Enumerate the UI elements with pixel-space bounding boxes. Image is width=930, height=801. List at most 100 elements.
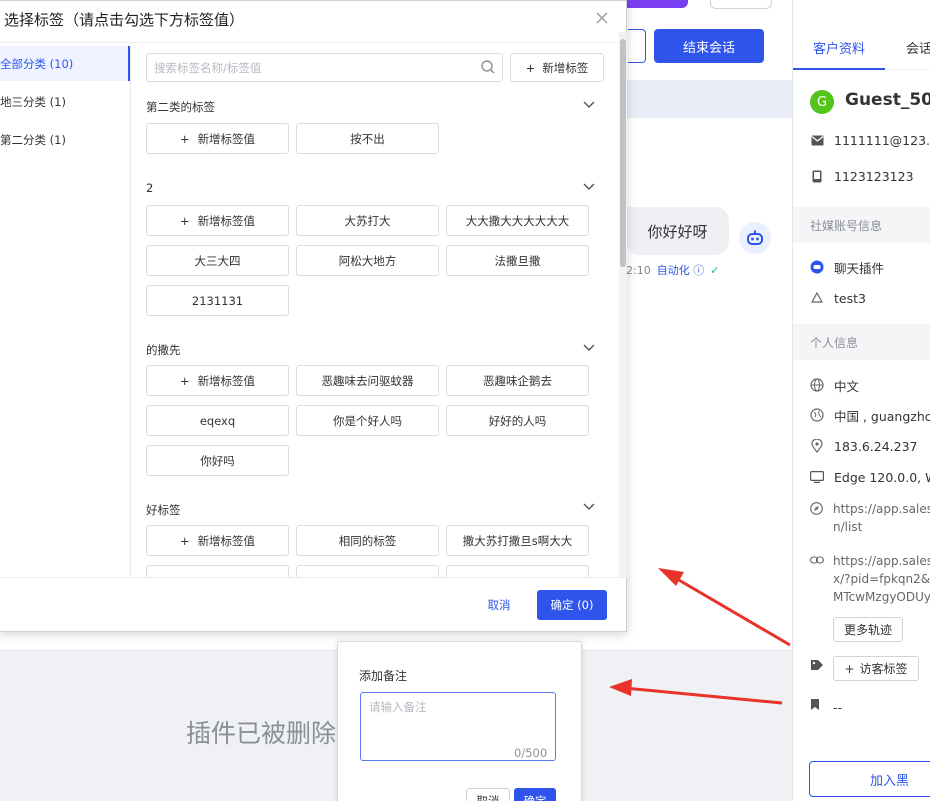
chevron-down-icon[interactable] [583,101,595,109]
plus-icon: + [525,60,536,75]
phone-row: 1123123123 [810,166,914,186]
tag-icon [810,659,824,673]
chevron-down-icon[interactable] [583,503,595,511]
add-tag-value-button[interactable]: + 新增标签值 [146,365,289,396]
visit-url-1[interactable]: https://app.salesr n/list [833,500,930,536]
tag-chip[interactable]: eqexq [146,405,289,436]
plus-icon: + [179,213,190,228]
more-trail-button[interactable]: 更多轨迹 [833,617,903,642]
account-value: test3 [834,290,866,306]
phone-icon [810,169,824,183]
visit-url-2-line1: https://app.salesr [833,554,930,568]
category-list: 全部分类 (10) 地三分类 (1) 第二分类 (1) [0,46,131,576]
tag-chip[interactable]: 相同的标签 [296,525,439,556]
remark-confirm-button[interactable]: 确定 [514,788,556,801]
add-tag-label: 新增标签 [542,60,589,75]
bot-avatar [739,222,771,254]
tag-group-title: 2 [146,181,154,195]
tag-chip-partial[interactable] [446,565,589,577]
end-chat-button[interactable]: 结束会话 [654,29,764,63]
chevron-down-icon[interactable] [583,344,595,352]
tag-chip[interactable]: 你好吗 [146,445,289,476]
tag-chip[interactable]: 恶趣味企鹅去 [446,365,589,396]
remark-title: 添加备注 [359,669,408,683]
avatar: G [810,90,834,114]
add-to-blacklist-button[interactable]: 加入黑 [809,761,930,797]
tab-session[interactable]: 会话 [906,38,930,57]
social-section-header: 社媒账号信息 [793,207,930,243]
plus-icon: + [179,533,190,548]
top-badge [622,0,688,8]
add-tag-value-label: 新增标签值 [197,373,256,388]
category-item[interactable]: 全部分类 (10) [0,46,130,81]
plugin-removed-text: 插件已被删除 [186,719,337,748]
tag-chip[interactable]: 按不出 [296,123,439,154]
tag-group-title: 第二类的标签 [146,100,215,114]
category-label: 全部分类 (10) [0,56,74,71]
close-icon[interactable] [593,9,611,27]
tab-customer-profile[interactable]: 客户资料 [813,38,865,57]
tag-chip[interactable]: 大三大四 [146,245,289,276]
tag-chip[interactable]: 撒大苏打撒旦s啊大大 [446,525,589,556]
dialog-title: 选择标签（请点击勾选下方标签值） [4,11,245,29]
add-tag-value-label: 新增标签值 [197,213,256,228]
note-row: -- [833,697,842,717]
category-label: 第二分类 (1) [0,132,66,147]
tab-underline [793,68,885,70]
globe-icon [810,408,824,422]
category-item[interactable]: 第二分类 (1) [0,122,130,157]
mail-icon [810,133,824,147]
add-tag-value-button[interactable]: + 新增标签值 [146,205,289,236]
bookmark-icon [810,698,824,712]
location-pin-icon [810,439,824,453]
tag-chip[interactable]: 阿松大地方 [296,245,439,276]
chat-meta: 2:10 自动化 ⓘ ✓ [626,262,719,278]
monitor-icon [810,470,824,484]
visitor-tag-button[interactable]: + 访客标签 [833,656,919,681]
tag-chip[interactable]: 好好的人吗 [446,405,589,436]
account-row: test3 [810,288,866,308]
cancel-button[interactable]: 取消 [475,591,523,619]
tag-chip-partial[interactable] [296,565,439,577]
category-item[interactable]: 地三分类 (1) [0,84,130,119]
note-value: -- [833,699,843,715]
language-icon [810,378,824,392]
tag-chip-partial[interactable] [146,565,289,577]
browser-value: Edge 120.0.0, W [834,469,930,485]
divider [0,42,627,43]
chevron-down-icon[interactable] [583,183,595,191]
add-tag-button[interactable]: + 新增标签 [510,53,604,82]
check-circle-icon: ✓ [710,264,720,277]
tag-chip[interactable]: 大大撒大大大大大大 [446,205,589,236]
scrollbar-thumb[interactable] [620,39,626,267]
tag-search-input[interactable] [146,53,503,82]
search-icon[interactable] [480,59,496,75]
automation-label[interactable]: 自动化 [657,264,690,277]
add-tag-value-button[interactable]: + 新增标签值 [146,123,289,154]
confirm-button[interactable]: 确定 (0) [537,590,607,620]
tag-chip[interactable]: 恶趣味去问驱蚊器 [296,365,439,396]
location-value: 中国 , guangzhou [834,408,930,424]
visit-url-1-line1: https://app.salesr [833,502,930,516]
visit-url-2[interactable]: https://app.salesr x/?pid=fpkqn2&fi MTcw… [833,552,930,606]
category-label: 地三分类 (1) [0,94,66,109]
customer-name: Guest_50 [845,90,930,110]
plus-icon: + [844,661,855,676]
chat-plugin-row: 聊天插件 [810,257,884,277]
tag-chip[interactable]: 大苏打大 [296,205,439,236]
tag-chip[interactable]: 法撒旦撒 [446,245,589,276]
remark-cancel-button[interactable]: 取消 [466,788,510,801]
tag-chip[interactable]: 你是个好人吗 [296,405,439,436]
chat-action-button[interactable] [628,29,646,63]
phone-value: 1123123123 [834,168,914,184]
chat-time: 2:10 [626,264,651,277]
tag-select-dialog: 选择标签（请点击勾选下方标签值） 全部分类 (10) 地三分类 (1) 第二分类… [0,0,627,632]
add-remark-popover: 添加备注 0/500 取消 确定 [337,641,582,801]
add-tag-value-button[interactable]: + 新增标签值 [146,525,289,556]
remark-char-count: 0/500 [514,746,548,760]
top-box [710,0,772,9]
tag-chip[interactable]: 2131131 [146,285,289,316]
compass-icon [810,502,824,516]
chat-bubble-text: 你好好呀 [647,222,708,241]
link-icon [810,554,824,568]
